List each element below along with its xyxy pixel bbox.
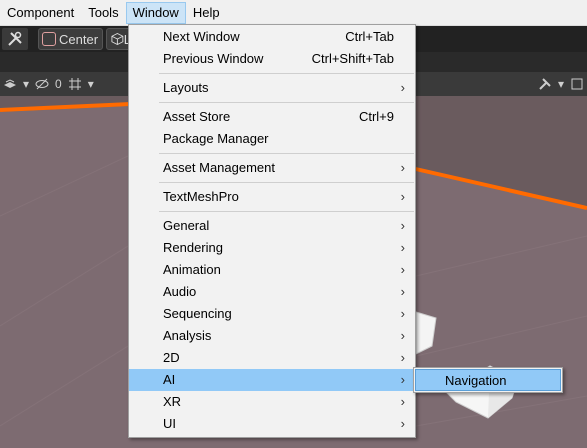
menu-item-label: TextMeshPro: [163, 189, 239, 204]
menu-item-label: Sequencing: [163, 306, 232, 321]
menu-separator: [129, 70, 415, 77]
grid-dropdown-icon[interactable]: ▾: [85, 74, 97, 94]
menu-bar: Component Tools Window Help: [0, 0, 587, 26]
menu-item-label: Asset Management: [163, 160, 276, 175]
menu-item-label: XR: [163, 394, 182, 409]
menu-item-navigation[interactable]: Navigation: [415, 369, 561, 391]
menu-item-label: Animation: [163, 262, 221, 277]
menu-item-label: General: [163, 218, 210, 233]
submenu-arrow-icon: ›: [400, 189, 405, 204]
submenu-arrow-icon: ›: [400, 80, 405, 95]
menu-item-sequencing[interactable]: Sequencing ›: [129, 303, 415, 325]
menu-item-asset-management[interactable]: Asset Management ›: [129, 157, 415, 179]
ai-submenu: Navigation: [413, 367, 563, 393]
menu-tools[interactable]: Tools: [81, 2, 125, 24]
menu-item-label: Package Manager: [163, 131, 269, 146]
menu-item-shortcut: Ctrl+Tab: [345, 29, 394, 44]
submenu-arrow-icon: ›: [400, 284, 405, 299]
menu-separator: [129, 150, 415, 157]
pivot-center-icon: [42, 32, 56, 46]
menu-item-label: Asset Store: [163, 109, 231, 124]
menu-item-next-window[interactable]: Next Window Ctrl+Tab: [129, 26, 415, 48]
menu-item-label: UI: [163, 416, 176, 431]
hidden-count: 0: [55, 77, 62, 91]
menu-item-rendering[interactable]: Rendering ›: [129, 237, 415, 259]
cube-icon: [111, 33, 124, 45]
menu-item-ui[interactable]: UI ›: [129, 413, 415, 435]
menu-item-label: 2D: [163, 350, 180, 365]
layers-dropdown-icon[interactable]: ▾: [20, 74, 32, 94]
menu-item-textmeshpro[interactable]: TextMeshPro ›: [129, 186, 415, 208]
visibility-icon[interactable]: [32, 74, 52, 94]
window-menu: Next Window Ctrl+Tab Previous Window Ctr…: [128, 24, 416, 438]
grid-icon[interactable]: [65, 74, 85, 94]
submenu-arrow-icon: ›: [400, 328, 405, 343]
scene-view-icon[interactable]: [567, 74, 587, 94]
menu-item-general[interactable]: General ›: [129, 215, 415, 237]
submenu-arrow-icon: ›: [400, 160, 405, 175]
menu-item-label: Audio: [163, 284, 197, 299]
editor-tools-icon[interactable]: [2, 28, 28, 50]
submenu-arrow-icon: ›: [400, 350, 405, 365]
menu-item-ai[interactable]: AI ›: [129, 369, 415, 391]
layers-icon[interactable]: [0, 74, 20, 94]
menu-separator: [129, 99, 415, 106]
menu-item-shortcut: Ctrl+9: [358, 109, 394, 124]
menu-window[interactable]: Window: [125, 1, 186, 24]
menu-item-label: AI: [163, 372, 176, 387]
scene-toolbar-right: ▾: [535, 72, 587, 96]
submenu-arrow-icon: ›: [400, 416, 405, 431]
menu-item-label: Next Window: [163, 29, 240, 44]
menu-item-layouts[interactable]: Layouts ›: [129, 77, 415, 99]
menu-item-2d[interactable]: 2D ›: [129, 347, 415, 369]
submenu-arrow-icon: ›: [400, 372, 405, 387]
menu-item-audio[interactable]: Audio ›: [129, 281, 415, 303]
menu-separator: [129, 179, 415, 186]
menu-help[interactable]: Help: [186, 2, 227, 24]
menu-item-animation[interactable]: Animation ›: [129, 259, 415, 281]
tools-overlay-icon[interactable]: [535, 74, 555, 94]
submenu-arrow-icon: ›: [400, 262, 405, 277]
pivot-label: Center: [59, 31, 99, 47]
menu-item-label: Previous Window: [163, 51, 264, 66]
menu-item-previous-window[interactable]: Previous Window Ctrl+Shift+Tab: [129, 48, 415, 70]
menu-item-analysis[interactable]: Analysis ›: [129, 325, 415, 347]
menu-separator: [129, 208, 415, 215]
menu-item-asset-store[interactable]: Asset Store Ctrl+9: [129, 106, 415, 128]
menu-item-label: Rendering: [163, 240, 223, 255]
menu-item-shortcut: Ctrl+Shift+Tab: [311, 51, 394, 66]
tools-dropdown-icon[interactable]: ▾: [555, 74, 567, 94]
pivot-toggle-button[interactable]: Center: [38, 28, 104, 50]
menu-component[interactable]: Component: [0, 2, 81, 24]
submenu-arrow-icon: ›: [400, 218, 405, 233]
submenu-arrow-icon: ›: [400, 240, 405, 255]
submenu-arrow-icon: ›: [400, 394, 405, 409]
menu-item-label: Analysis: [163, 328, 212, 343]
menu-item-xr[interactable]: XR ›: [129, 391, 415, 413]
menu-item-label: Layouts: [163, 80, 209, 95]
menu-item-package-manager[interactable]: Package Manager: [129, 128, 415, 150]
submenu-arrow-icon: ›: [400, 306, 405, 321]
